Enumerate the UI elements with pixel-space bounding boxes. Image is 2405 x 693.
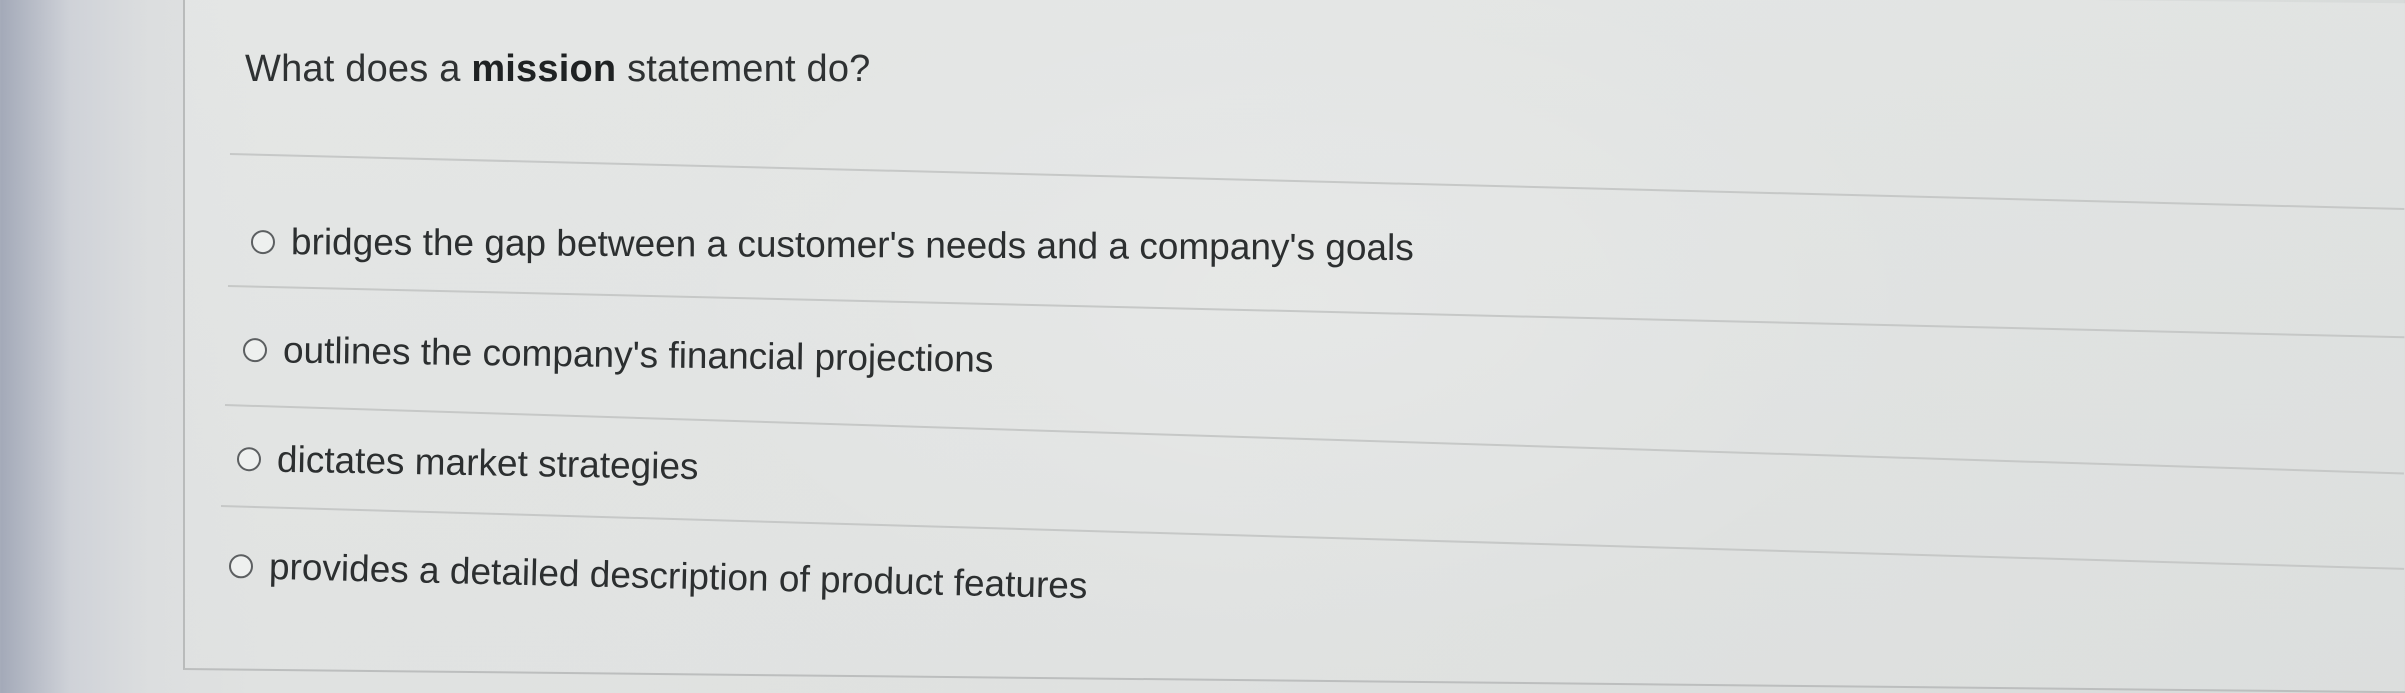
radio-button-option-1[interactable] bbox=[250, 230, 276, 255]
radio-button-option-2[interactable] bbox=[242, 338, 268, 363]
radio-button-option-3[interactable] bbox=[236, 447, 262, 472]
radio-button-option-4[interactable] bbox=[228, 554, 254, 579]
question-text: What does a mission statement do? bbox=[245, 48, 871, 91]
question-suffix: statement do? bbox=[616, 48, 871, 90]
question-prefix: What does a bbox=[245, 48, 472, 90]
question-emphasis: mission bbox=[471, 48, 617, 90]
answer-option-1-label: bridges the gap between a customer's nee… bbox=[290, 221, 1414, 269]
answer-option-3-label: dictates market strategies bbox=[276, 438, 699, 488]
answer-option-1[interactable]: bridges the gap between a customer's nee… bbox=[250, 221, 1414, 269]
answer-option-3[interactable]: dictates market strategies bbox=[236, 438, 699, 488]
